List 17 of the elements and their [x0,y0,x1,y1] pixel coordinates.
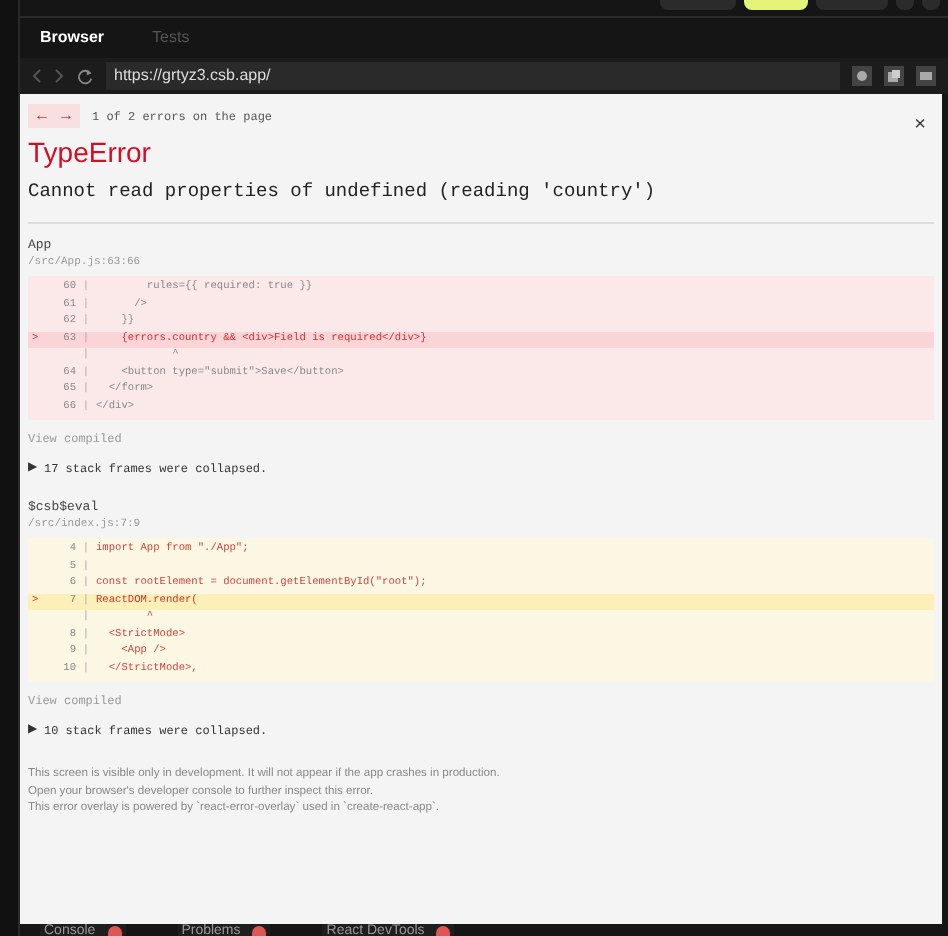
count-badge [252,926,267,936]
window-icon[interactable] [916,66,936,86]
back-icon[interactable] [32,68,42,84]
error-title: TypeError [28,134,153,170]
forward-icon[interactable] [54,68,64,84]
count-badge [107,926,122,936]
close-button[interactable]: × [914,110,926,140]
previous-error-link[interactable]: ← [34,104,50,128]
next-error-link[interactable]: → [58,104,74,128]
windows-icon[interactable] [884,66,904,86]
error-message: Cannot read properties of undefined (reading 'country') [28,178,658,206]
count-badge [436,926,451,936]
address-field[interactable]: https://grtyz3.csb.app/ [106,62,840,90]
crosshair-icon[interactable] [852,66,872,86]
browser-tab[interactable]: Browser [40,26,105,50]
toolbar-button[interactable] [744,0,808,10]
reload-icon[interactable] [76,67,94,85]
